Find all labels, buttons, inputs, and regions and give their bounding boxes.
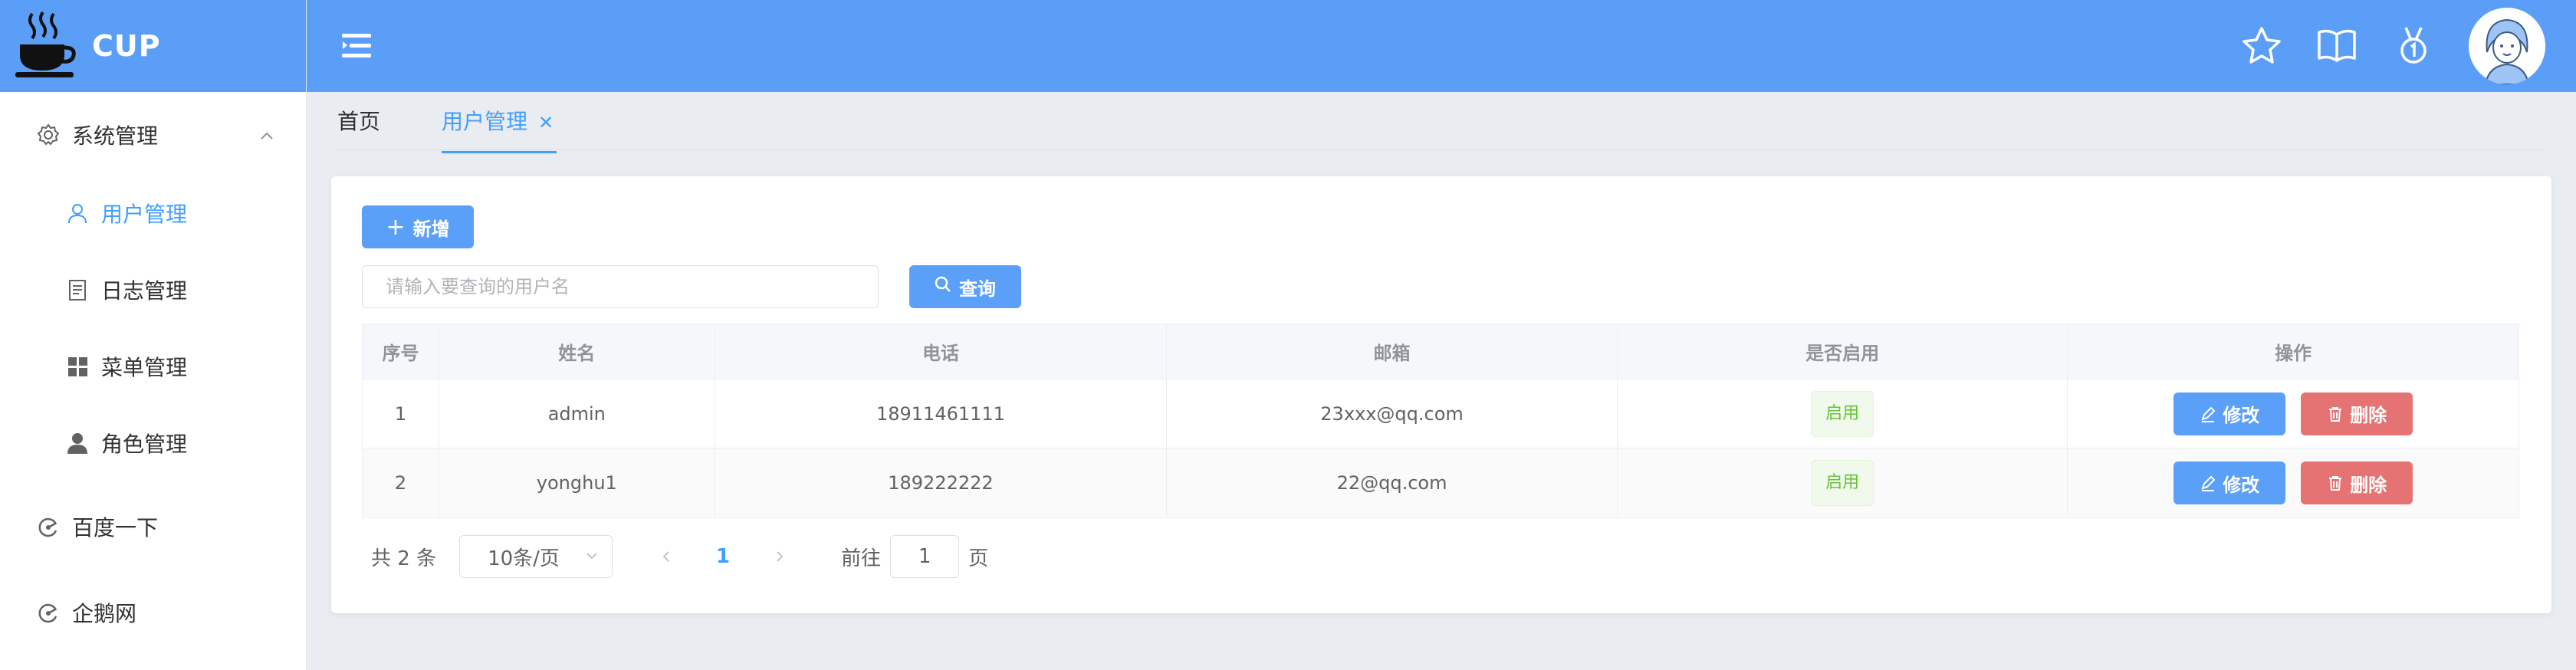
delete-button[interactable]: 删除 (2301, 392, 2413, 435)
cell-name: yonghu1 (439, 448, 715, 517)
sidebar-group-system[interactable]: 系统管理 (0, 104, 307, 166)
close-icon[interactable]: ✕ (538, 112, 554, 133)
sidebar-group-label: 系统管理 (72, 123, 159, 149)
search-button-label: 查询 (959, 278, 996, 300)
person-icon (64, 430, 90, 456)
goto-page-input[interactable] (890, 535, 960, 578)
table-header-row: 序号 姓名 电话 邮箱 是否启用 操作 (363, 324, 2518, 379)
sidebar-item-log-management[interactable]: 日志管理 (0, 259, 307, 320)
chevron-down-icon (583, 547, 601, 570)
add-button-label: 新增 (412, 218, 450, 240)
sidebar-link-qq[interactable]: 企鹅网 (0, 582, 307, 643)
trash-icon (2329, 406, 2342, 422)
edit-button[interactable]: 修改 (2174, 461, 2286, 504)
pagination-total: 共 2 条 (371, 547, 437, 570)
search-input[interactable] (362, 265, 879, 308)
add-button[interactable]: + 新增 (362, 205, 474, 248)
edit-icon (2201, 406, 2216, 422)
column-header: 姓名 (439, 324, 715, 379)
coffee-cup-icon (14, 9, 78, 83)
star-icon[interactable] (2239, 23, 2285, 69)
logo-bar: CUP (0, 0, 306, 92)
delete-button-label: 删除 (2350, 474, 2387, 496)
grid-icon (64, 353, 90, 379)
page-suffix-label: 页 (968, 547, 989, 570)
page-size-select[interactable]: 10条/页 (459, 535, 613, 578)
chevron-left-icon (662, 551, 669, 562)
column-header: 是否启用 (1618, 324, 2068, 379)
cell-index: 1 (363, 379, 439, 448)
sidebar-item-label: 日志管理 (101, 278, 188, 304)
user-icon (64, 200, 90, 226)
cell-email: 23xxx@qq.com (1167, 379, 1618, 448)
column-header: 操作 (2275, 343, 2312, 364)
link-icon (35, 599, 61, 626)
edit-icon (2201, 475, 2216, 491)
medal-icon[interactable] (2390, 23, 2436, 69)
sidebar-item-role-management[interactable]: 角色管理 (0, 412, 307, 474)
plus-icon: + (386, 213, 406, 241)
goto-label: 前往 (841, 547, 882, 570)
prev-page-button[interactable] (643, 535, 689, 578)
link-icon (35, 514, 61, 540)
cell-email: 22@qq.com (1167, 448, 1618, 517)
sidebar: CUP 系统管理 用户管理 日志管理 菜单管理 角色管理 百度一下 企鹅网 (0, 0, 307, 670)
cell-actions: 修改 删除 (2068, 379, 2518, 448)
chevron-right-icon (777, 551, 784, 562)
top-header (307, 0, 2576, 92)
search-icon (935, 276, 951, 297)
sidebar-link-baidu[interactable]: 百度一下 (0, 496, 307, 557)
sidebar-item-label: 用户管理 (101, 202, 188, 227)
tab-divider (334, 149, 2542, 150)
chevron-up-icon (258, 126, 276, 151)
sidebar-item-menu-management[interactable]: 菜单管理 (0, 336, 307, 397)
trash-icon (2329, 476, 2342, 491)
menu-toggle-icon[interactable] (340, 29, 374, 63)
sidebar-item-label: 角色管理 (101, 432, 188, 457)
cell-actions: 修改 删除 (2068, 448, 2518, 517)
column-header: 序号 (363, 324, 439, 379)
search-button[interactable]: 查询 (909, 265, 1021, 308)
sidebar-link-label: 企鹅网 (72, 601, 137, 626)
cell-phone: 18911461111 (715, 379, 1168, 448)
page-number-current[interactable]: 1 (689, 545, 757, 568)
cell-index: 2 (363, 448, 439, 517)
edit-button[interactable]: 修改 (2174, 392, 2286, 435)
delete-button[interactable]: 删除 (2301, 461, 2413, 504)
document-icon (64, 277, 90, 303)
status-badge: 启用 (1811, 460, 1875, 506)
user-table: 序号 姓名 电话 邮箱 是否启用 操作 1 admin 18911461111 … (362, 324, 2519, 518)
tab-bar: 首页 用户管理 ✕ (307, 92, 2576, 153)
edit-button-label: 修改 (2223, 474, 2260, 496)
app-brand: CUP (92, 29, 161, 63)
tab-label: 用户管理 (442, 109, 528, 134)
sidebar-item-user-management[interactable]: 用户管理 (0, 182, 307, 244)
sidebar-link-label: 百度一下 (72, 515, 159, 540)
pagination: 共 2 条 10条/页 1 前往 页 (371, 535, 988, 578)
cell-status: 启用 (1618, 448, 2068, 517)
delete-button-label: 删除 (2350, 405, 2387, 426)
tab-home[interactable]: 首页 (337, 92, 380, 153)
book-icon[interactable] (2314, 23, 2360, 69)
sidebar-item-label: 菜单管理 (101, 355, 188, 380)
table-row: 2 yonghu1 189222222 22@qq.com 启用 修改 删除 (363, 448, 2518, 517)
tab-label: 首页 (337, 109, 381, 134)
column-header: 电话 (715, 324, 1168, 379)
next-page-button[interactable] (757, 535, 803, 578)
cell-phone: 189222222 (715, 448, 1168, 517)
page-size-value: 10条/页 (488, 547, 560, 570)
cell-name: admin (439, 379, 715, 448)
edit-button-label: 修改 (2223, 405, 2260, 426)
gear-icon (35, 122, 61, 148)
tab-user-management[interactable]: 用户管理 ✕ (442, 92, 557, 153)
cell-status: 启用 (1618, 379, 2068, 448)
table-row: 1 admin 18911461111 23xxx@qq.com 启用 修改 删… (363, 379, 2518, 448)
user-avatar[interactable] (2469, 8, 2545, 84)
column-header: 邮箱 (1167, 324, 1618, 379)
status-badge: 启用 (1811, 390, 1875, 437)
content-card: + 新增 查询 序号 姓名 电话 邮箱 是否启用 操作 1 admin 1891… (331, 176, 2551, 613)
